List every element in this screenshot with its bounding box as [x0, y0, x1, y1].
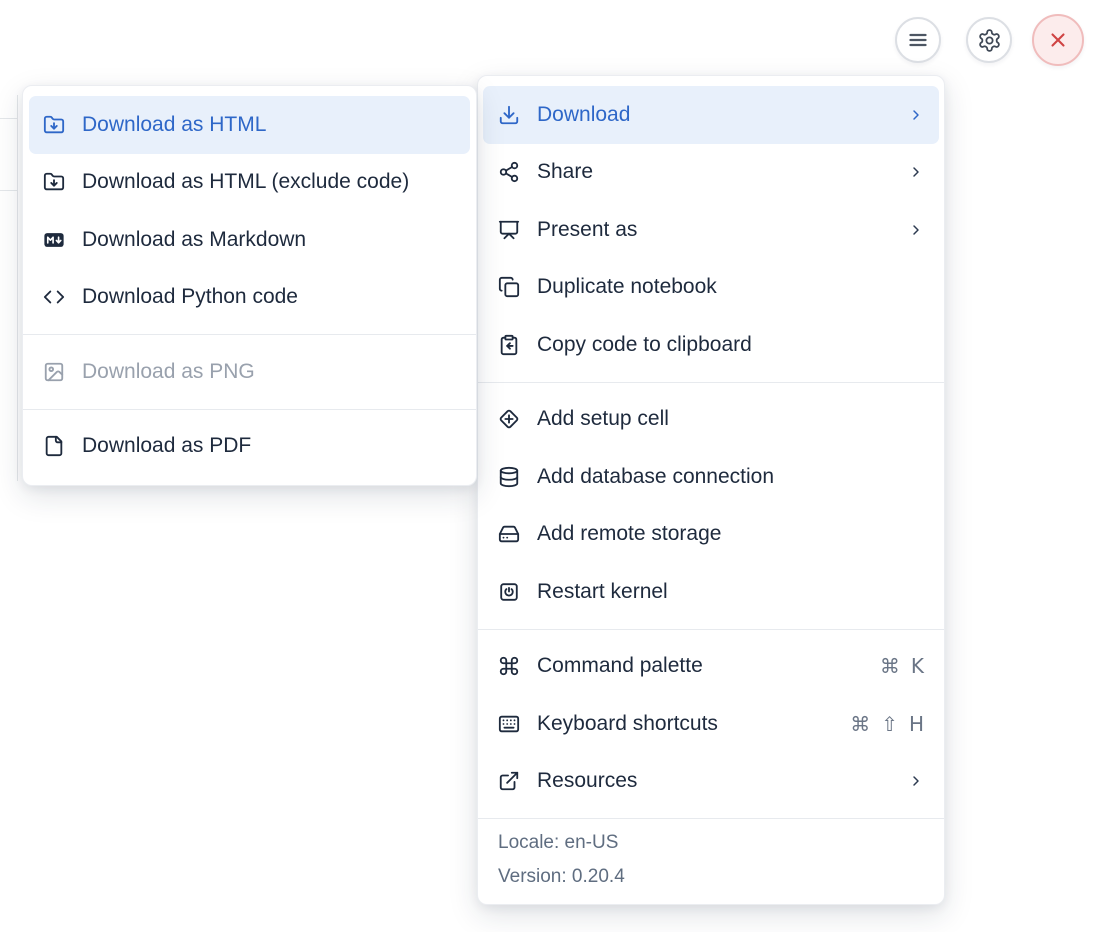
diamond-plus-icon: [498, 408, 520, 430]
menu-item-restart-kernel[interactable]: Restart kernel: [483, 563, 939, 621]
version-text: Version: 0.20.4: [498, 860, 924, 894]
hard-drive-icon: [498, 523, 520, 545]
background-row-divider: [0, 190, 17, 191]
menu-item-label: Share: [537, 160, 593, 184]
file-icon: [43, 435, 65, 457]
code-icon: [43, 286, 65, 308]
menu-item-copy-code-to-clipboard[interactable]: Copy code to clipboard: [483, 316, 939, 374]
menu-item-keyboard-shortcuts[interactable]: Keyboard shortcuts ⌘ ⇧ H: [483, 695, 939, 753]
menu-item-download[interactable]: Download: [483, 86, 939, 144]
menu-item-label: Download Python code: [82, 285, 298, 309]
menu-item-download-as-markdown[interactable]: Download as Markdown: [29, 211, 470, 269]
menu-item-label: Copy code to clipboard: [537, 333, 752, 357]
menu-item-download-as-png: Download as PNG: [29, 343, 470, 401]
external-link-icon: [498, 770, 520, 792]
key-glyph: ⌘: [850, 712, 870, 736]
menu-item-label: Add remote storage: [537, 522, 721, 546]
menu-item-label: Present as: [537, 218, 637, 242]
menu-item-download-as-html[interactable]: Download as HTML: [29, 96, 470, 154]
copy-icon: [498, 276, 520, 298]
menu-separator: [23, 409, 476, 410]
menu-separator: [478, 382, 944, 383]
key-glyph: K: [911, 654, 924, 678]
background-table-border: [17, 95, 18, 481]
menu-item-label: Download as HTML (exclude code): [82, 170, 409, 194]
menu-item-duplicate-notebook[interactable]: Duplicate notebook: [483, 259, 939, 317]
download-icon: [498, 104, 520, 126]
menu-button[interactable]: [895, 17, 941, 63]
folder-down-icon: [43, 114, 65, 136]
menu-separator: [23, 334, 476, 335]
menu-item-label: Download as PDF: [82, 434, 251, 458]
menu-item-download-as-pdf[interactable]: Download as PDF: [29, 418, 470, 476]
share-icon: [498, 161, 520, 183]
menu-separator: [478, 629, 944, 630]
menu-item-present-as[interactable]: Present as: [483, 201, 939, 259]
menu-item-share[interactable]: Share: [483, 144, 939, 202]
menu-item-command-palette[interactable]: Command palette ⌘ K: [483, 638, 939, 696]
close-icon: [1047, 29, 1069, 51]
menu-footer: Locale: en-US Version: 0.20.4: [478, 818, 944, 894]
menu-item-download-as-html-exclude-code[interactable]: Download as HTML (exclude code): [29, 154, 470, 212]
settings-button[interactable]: [966, 17, 1012, 63]
menu-item-label: Download as Markdown: [82, 228, 306, 252]
menu-item-label: Resources: [537, 769, 637, 793]
menu-item-label: Download as HTML: [82, 113, 266, 137]
database-icon: [498, 466, 520, 488]
menu-item-add-remote-storage[interactable]: Add remote storage: [483, 506, 939, 564]
notebook-menu: Download Share Present as Duplicate note…: [477, 75, 945, 905]
gear-icon: [977, 28, 1002, 53]
menu-item-add-setup-cell[interactable]: Add setup cell: [483, 391, 939, 449]
presentation-icon: [498, 219, 520, 241]
chevron-right-icon: [908, 107, 924, 123]
menu-item-add-database-connection[interactable]: Add database connection: [483, 448, 939, 506]
command-icon: [498, 655, 520, 677]
menu-item-label: Duplicate notebook: [537, 275, 717, 299]
menu-item-label: Add database connection: [537, 465, 774, 489]
power-square-icon: [498, 581, 520, 603]
menu-item-label: Download: [537, 103, 630, 127]
menu-item-label: Download as PNG: [82, 360, 255, 384]
close-button[interactable]: [1032, 14, 1084, 66]
chevron-right-icon: [908, 773, 924, 789]
menu-item-label: Keyboard shortcuts: [537, 712, 718, 736]
shortcut-hint: ⌘ K: [880, 654, 924, 678]
menu-item-label: Add setup cell: [537, 407, 669, 431]
menu-item-label: Restart kernel: [537, 580, 668, 604]
chevron-right-icon: [908, 164, 924, 180]
image-icon: [43, 361, 65, 383]
locale-text: Locale: en-US: [498, 826, 924, 860]
menu-item-resources[interactable]: Resources: [483, 753, 939, 811]
key-glyph: ⌘: [880, 654, 900, 678]
background-row-divider: [0, 118, 17, 119]
hamburger-icon: [906, 28, 930, 52]
keyboard-icon: [498, 713, 520, 735]
key-glyph: H: [909, 712, 924, 736]
menu-item-label: Command palette: [537, 654, 703, 678]
download-submenu: Download as HTML Download as HTML (exclu…: [22, 85, 477, 486]
key-glyph: ⇧: [881, 712, 898, 736]
markdown-download-icon: [43, 229, 65, 251]
folder-down-icon: [43, 171, 65, 193]
clipboard-copy-icon: [498, 334, 520, 356]
menu-item-download-python-code[interactable]: Download Python code: [29, 269, 470, 327]
shortcut-hint: ⌘ ⇧ H: [850, 712, 924, 736]
chevron-right-icon: [908, 222, 924, 238]
